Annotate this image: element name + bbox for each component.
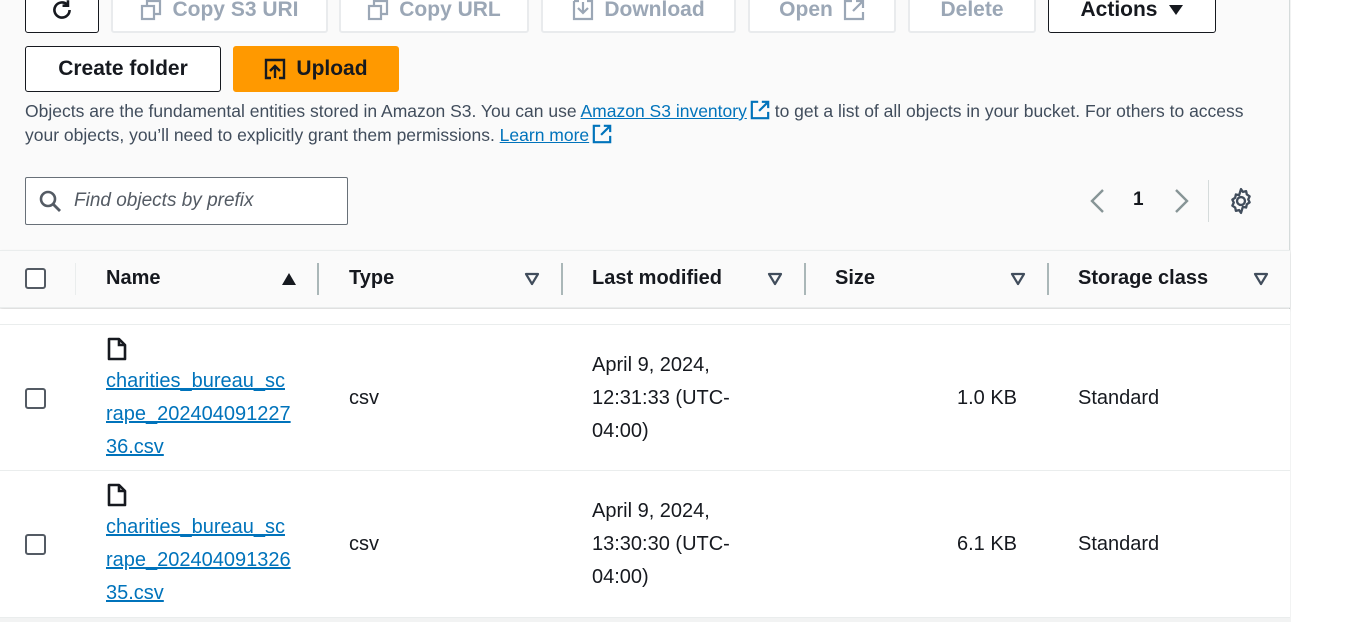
objects-panel: Copy S3 URI Copy URL Download Open Delet… bbox=[0, 0, 1290, 618]
create-folder-label: Create folder bbox=[58, 57, 188, 80]
learn-more-link[interactable]: Learn more bbox=[500, 125, 590, 145]
row-checkbox[interactable] bbox=[25, 388, 46, 409]
object-name-link[interactable]: charities_bureau_scrape_20240409132635.c… bbox=[106, 511, 291, 610]
copy-url-label: Copy URL bbox=[399, 0, 501, 21]
object-name-link[interactable]: charities_bureau_scrape_20240409122736.c… bbox=[106, 365, 291, 464]
object-size: 6.1 KB bbox=[956, 533, 1017, 555]
row-checkbox[interactable] bbox=[25, 534, 46, 555]
sort-icon[interactable] bbox=[524, 272, 540, 286]
delete-button[interactable]: Delete bbox=[908, 0, 1036, 33]
sort-icon[interactable] bbox=[1010, 272, 1026, 286]
objects-description: Objects are the fundamental entities sto… bbox=[25, 99, 1275, 147]
copy-icon bbox=[368, 0, 389, 21]
object-size: 1.0 KB bbox=[956, 387, 1017, 409]
column-divider[interactable] bbox=[561, 263, 563, 295]
external-link-icon bbox=[750, 100, 770, 120]
object-type: csv bbox=[349, 387, 379, 409]
sort-ascending-icon[interactable] bbox=[281, 272, 297, 286]
object-storage-class: Standard bbox=[1078, 533, 1160, 555]
actions-dropdown[interactable]: Actions bbox=[1048, 0, 1216, 33]
refresh-icon bbox=[53, 0, 71, 19]
sort-icon[interactable] bbox=[767, 272, 783, 286]
current-page[interactable]: 1 bbox=[1133, 189, 1144, 211]
search-input[interactable] bbox=[74, 190, 334, 212]
table-row: charities_bureau_scrape_20240409132635.c… bbox=[0, 471, 1290, 618]
table-row: charities_bureau_scrape_20240409122736.c… bbox=[0, 325, 1290, 471]
table-row bbox=[0, 309, 1290, 325]
description-text-1: Objects are the fundamental entities sto… bbox=[25, 101, 581, 121]
search-icon bbox=[39, 190, 61, 212]
create-folder-button[interactable]: Create folder bbox=[25, 46, 221, 92]
object-storage-class: Standard bbox=[1078, 387, 1160, 409]
column-divider[interactable] bbox=[804, 263, 806, 295]
gear-icon[interactable] bbox=[1227, 187, 1255, 215]
column-header-storage-class[interactable]: Storage class bbox=[1078, 267, 1208, 290]
chevron-left-icon[interactable] bbox=[1088, 188, 1108, 214]
download-button[interactable]: Download bbox=[541, 0, 736, 33]
column-divider[interactable] bbox=[1047, 263, 1049, 295]
column-divider bbox=[75, 263, 76, 295]
upload-button[interactable]: Upload bbox=[233, 46, 399, 92]
upload-label: Upload bbox=[296, 57, 368, 80]
column-header-size[interactable]: Size bbox=[835, 267, 875, 290]
copy-s3-uri-button[interactable]: Copy S3 URI bbox=[111, 0, 328, 33]
file-icon bbox=[107, 483, 127, 507]
download-label: Download bbox=[604, 0, 705, 21]
page-gutter bbox=[1291, 0, 1358, 622]
file-icon bbox=[107, 337, 127, 361]
column-header-name[interactable]: Name bbox=[106, 267, 160, 290]
upload-icon bbox=[265, 58, 286, 80]
copy-s3-uri-label: Copy S3 URI bbox=[172, 0, 299, 21]
search-box[interactable] bbox=[25, 177, 348, 225]
object-type: csv bbox=[349, 533, 379, 555]
external-link-icon bbox=[592, 124, 612, 144]
object-last-modified: April 9, 2024, 13:30:30 (UTC-04:00) bbox=[592, 500, 730, 588]
pagination-divider bbox=[1208, 180, 1209, 222]
s3-inventory-link[interactable]: Amazon S3 inventory bbox=[581, 101, 747, 121]
column-header-type[interactable]: Type bbox=[349, 267, 394, 290]
external-link-icon bbox=[843, 0, 864, 21]
actions-label: Actions bbox=[1080, 0, 1158, 21]
open-label: Open bbox=[779, 0, 833, 21]
chevron-right-icon[interactable] bbox=[1171, 188, 1191, 214]
column-header-last-modified[interactable]: Last modified bbox=[592, 267, 722, 290]
object-last-modified: April 9, 2024, 12:31:33 (UTC-04:00) bbox=[592, 354, 730, 442]
copy-url-button[interactable]: Copy URL bbox=[339, 0, 529, 33]
open-button[interactable]: Open bbox=[748, 0, 896, 33]
delete-label: Delete bbox=[940, 0, 1004, 21]
caret-down-icon bbox=[1168, 5, 1183, 15]
column-divider[interactable] bbox=[317, 263, 319, 295]
sort-icon[interactable] bbox=[1253, 272, 1269, 286]
select-all-checkbox[interactable] bbox=[25, 268, 46, 289]
table-header: Name Type Last modified Size Storage cla… bbox=[0, 250, 1290, 308]
refresh-button[interactable] bbox=[25, 0, 99, 33]
download-icon bbox=[573, 0, 594, 21]
copy-icon bbox=[141, 0, 162, 21]
